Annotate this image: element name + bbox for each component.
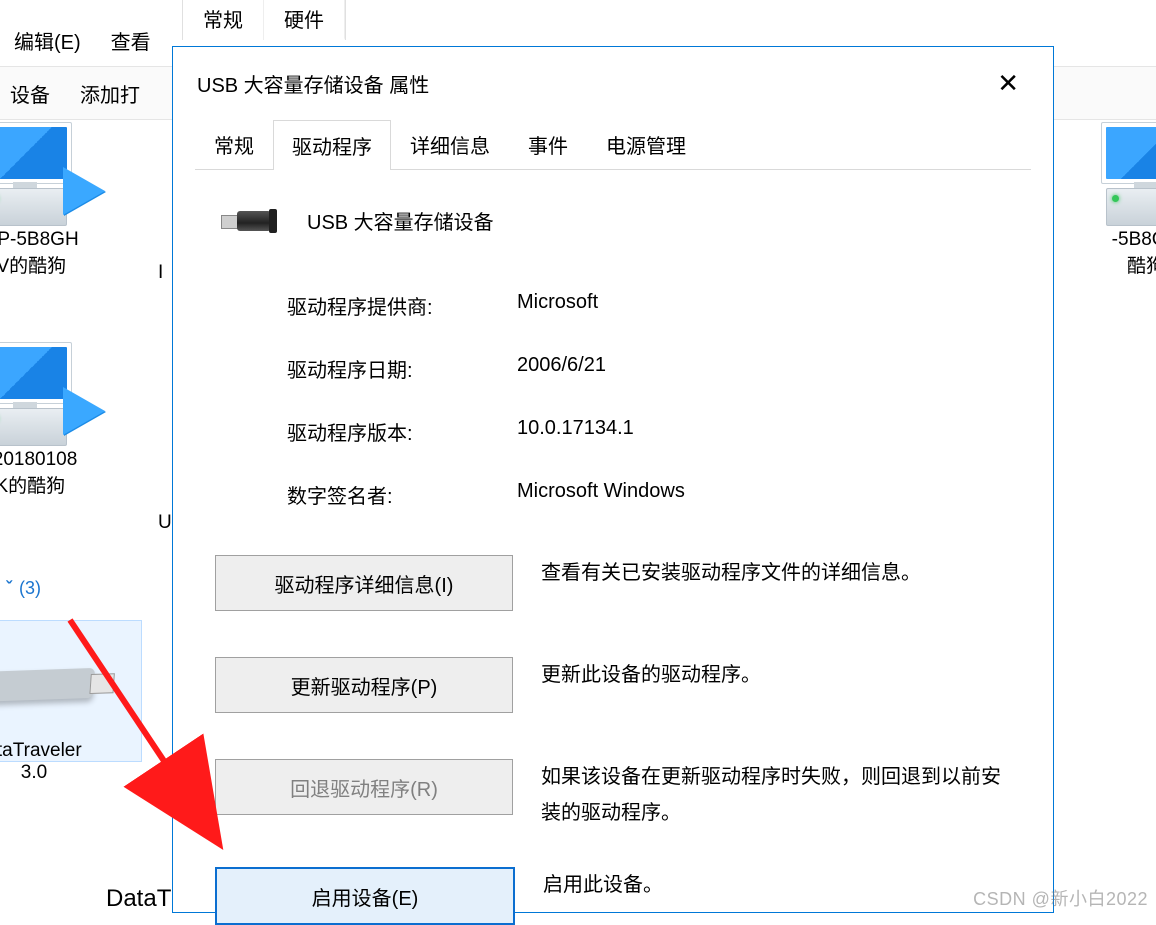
update-driver-button[interactable]: 更新驱动程序(P) (215, 657, 513, 713)
tab-events[interactable]: 事件 (509, 119, 587, 169)
row-update: 更新驱动程序(P) 更新此设备的驱动程序。 (215, 657, 1013, 713)
value-version: 10.0.17134.1 (517, 417, 1013, 446)
label-version: 驱动程序版本: (287, 417, 517, 446)
menu-edit[interactable]: 编辑(E) (10, 25, 85, 61)
toolbar-device[interactable]: 设备 (10, 79, 50, 108)
device-label-cut: I (158, 262, 163, 284)
menubar: 编辑(E) 查看 (0, 25, 155, 61)
device-item[interactable]: TOP-5B8GH VV的酷狗 (0, 120, 85, 278)
properties-dialog: USB 大容量存储设备 属性 ✕ 常规 驱动程序 详细信息 事件 电源管理 US… (172, 46, 1054, 913)
usb-drive-icon (0, 668, 95, 702)
desc-enable: 启用此设备。 (543, 867, 663, 903)
row-enable: 启用设备(E) 启用此设备。 (215, 867, 1013, 925)
tab-strip: 常规 驱动程序 详细信息 事件 电源管理 (195, 119, 1031, 170)
play-icon (63, 167, 105, 215)
section-link[interactable]: ˇ (3) (0, 578, 41, 599)
desc-details: 查看有关已安装驱动程序文件的详细信息。 (541, 555, 921, 591)
device-item[interactable]: R-20180108 3K的酷狗 (0, 340, 85, 498)
parent-tab-general[interactable]: 常规 (183, 0, 264, 40)
desc-update: 更新此设备的驱动程序。 (541, 657, 761, 693)
device-label: 酷狗 (1127, 251, 1156, 278)
device-label: 3K的酷狗 (0, 471, 65, 498)
close-button[interactable]: ✕ (987, 66, 1029, 100)
tab-driver[interactable]: 驱动程序 (273, 120, 391, 170)
row-rollback: 回退驱动程序(R) 如果该设备在更新驱动程序时失败，则回退到以前安装的驱动程序。 (215, 759, 1013, 831)
section-count: (3) (19, 578, 41, 598)
device-label: R-20180108 (0, 449, 77, 471)
device-item-usb[interactable]: ataTraveler 3.0 (0, 635, 94, 784)
device-header: USB 大容量存储设备 (215, 206, 1013, 235)
value-date: 2006/6/21 (517, 354, 1013, 383)
driver-info: 驱动程序提供商: Microsoft 驱动程序日期: 2006/6/21 驱动程… (287, 291, 1013, 509)
driver-details-button[interactable]: 驱动程序详细信息(I) (215, 555, 513, 611)
label-date: 驱动程序日期: (287, 354, 517, 383)
watermark: CSDN @新小白2022 (973, 885, 1148, 911)
enable-device-button[interactable]: 启用设备(E) (215, 867, 515, 925)
tab-details[interactable]: 详细信息 (391, 119, 509, 169)
rollback-driver-button: 回退驱动程序(R) (215, 759, 513, 815)
value-signer: Microsoft Windows (517, 480, 1013, 509)
tab-power[interactable]: 电源管理 (587, 119, 705, 169)
titlebar: USB 大容量存储设备 属性 ✕ (173, 47, 1053, 119)
value-provider: Microsoft (517, 291, 1013, 320)
menu-view[interactable]: 查看 (107, 25, 155, 61)
label-signer: 数字签名者: (287, 480, 517, 509)
row-details: 驱动程序详细信息(I) 查看有关已安装驱动程序文件的详细信息。 (215, 555, 1013, 611)
dialog-body: USB 大容量存储设备 驱动程序提供商: Microsoft 驱动程序日期: 2… (173, 170, 1053, 925)
toolbar-add-printer[interactable]: 添加打 (80, 79, 140, 108)
desc-rollback: 如果该设备在更新驱动程序时失败，则回退到以前安装的驱动程序。 (541, 759, 1013, 831)
selected-device-name: DataT (106, 885, 171, 913)
device-name: USB 大容量存储设备 (307, 206, 494, 235)
device-item[interactable]: -5B8GH 酷狗 (1086, 120, 1156, 278)
device-label: -5B8GH (1112, 229, 1156, 251)
label-provider: 驱动程序提供商: (287, 291, 517, 320)
device-label: ataTraveler (0, 740, 82, 762)
parent-tab-hardware[interactable]: 硬件 (264, 0, 345, 40)
usb-icon (221, 209, 273, 233)
dialog-title: USB 大容量存储设备 属性 (197, 69, 429, 98)
device-label-cut: U (158, 512, 172, 534)
device-label: 3.0 (21, 762, 47, 784)
chevron-down-icon: ˇ (6, 578, 12, 598)
tab-general[interactable]: 常规 (195, 119, 273, 169)
play-icon (63, 387, 105, 435)
device-label: VV的酷狗 (0, 251, 66, 278)
device-label: TOP-5B8GH (0, 229, 79, 251)
parent-tabs: 常规 硬件 (182, 0, 346, 40)
